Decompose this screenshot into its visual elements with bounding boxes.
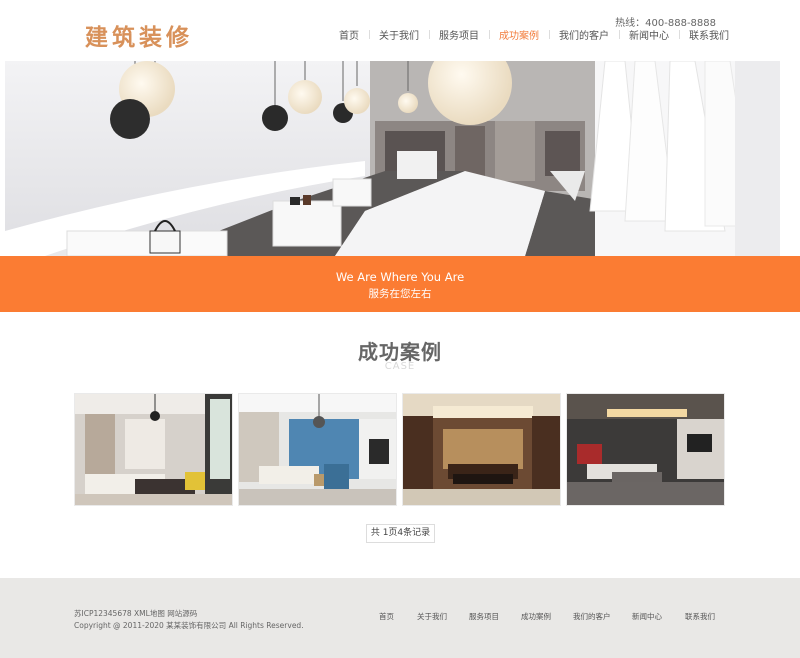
case-card-4[interactable] bbox=[566, 393, 725, 506]
footer-copyright: Copyright @ 2011-2020 某某装饰有限公司 All Right… bbox=[74, 621, 304, 630]
slogan-bar: We Are Where You Are 服务在您左右 bbox=[0, 256, 800, 312]
hero-banner-image bbox=[5, 61, 780, 256]
footer-link-about[interactable]: 关于我们 bbox=[417, 611, 447, 622]
main-nav: 首页 关于我们 服务项目 成功案例 我们的客户 新闻中心 联系我们 bbox=[329, 27, 739, 42]
case-card-3[interactable] bbox=[402, 393, 561, 506]
footer-link-services[interactable]: 服务项目 bbox=[469, 611, 499, 622]
footer-icp-line[interactable]: 苏ICP12345678 XML地图 网站源码 bbox=[74, 608, 304, 620]
nav-item-services[interactable]: 服务项目 bbox=[429, 27, 489, 42]
slogan-english: We Are Where You Are bbox=[335, 270, 465, 284]
site-header: 建筑装修 热线：400-888-8888 首页 关于我们 服务项目 成功案例 我… bbox=[0, 0, 800, 62]
nav-item-contact[interactable]: 联系我们 bbox=[679, 27, 739, 42]
footer-link-news[interactable]: 新闻中心 bbox=[632, 611, 662, 622]
nav-item-about[interactable]: 关于我们 bbox=[369, 27, 429, 42]
footer-info: 苏ICP12345678 XML地图 网站源码 Copyright @ 2011… bbox=[74, 608, 304, 632]
site-footer: 苏ICP12345678 XML地图 网站源码 Copyright @ 2011… bbox=[0, 578, 800, 658]
pagination-info: 共 1页4条记录 bbox=[366, 524, 435, 543]
nav-item-cases[interactable]: 成功案例 bbox=[489, 27, 549, 42]
footer-link-contact[interactable]: 联系我们 bbox=[685, 611, 715, 622]
nav-item-clients[interactable]: 我们的客户 bbox=[549, 27, 619, 42]
case-image-living-room-blue bbox=[239, 394, 396, 505]
case-image-living-room-yellow bbox=[75, 394, 232, 505]
footer-link-cases[interactable]: 成功案例 bbox=[521, 611, 551, 622]
footer-link-clients[interactable]: 我们的客户 bbox=[573, 611, 611, 622]
case-image-chinese-living-room bbox=[403, 394, 560, 505]
nav-item-news[interactable]: 新闻中心 bbox=[619, 27, 679, 42]
nav-item-home[interactable]: 首页 bbox=[329, 27, 369, 42]
slogan-chinese: 服务在您左右 bbox=[368, 288, 432, 300]
case-card-1[interactable] bbox=[74, 393, 233, 506]
section-subtitle: CASE bbox=[384, 361, 416, 372]
site-logo[interactable]: 建筑装修 bbox=[85, 18, 193, 52]
case-card-2[interactable] bbox=[238, 393, 397, 506]
case-image-modern-living-room bbox=[567, 394, 724, 505]
footer-link-home[interactable]: 首页 bbox=[379, 611, 394, 622]
